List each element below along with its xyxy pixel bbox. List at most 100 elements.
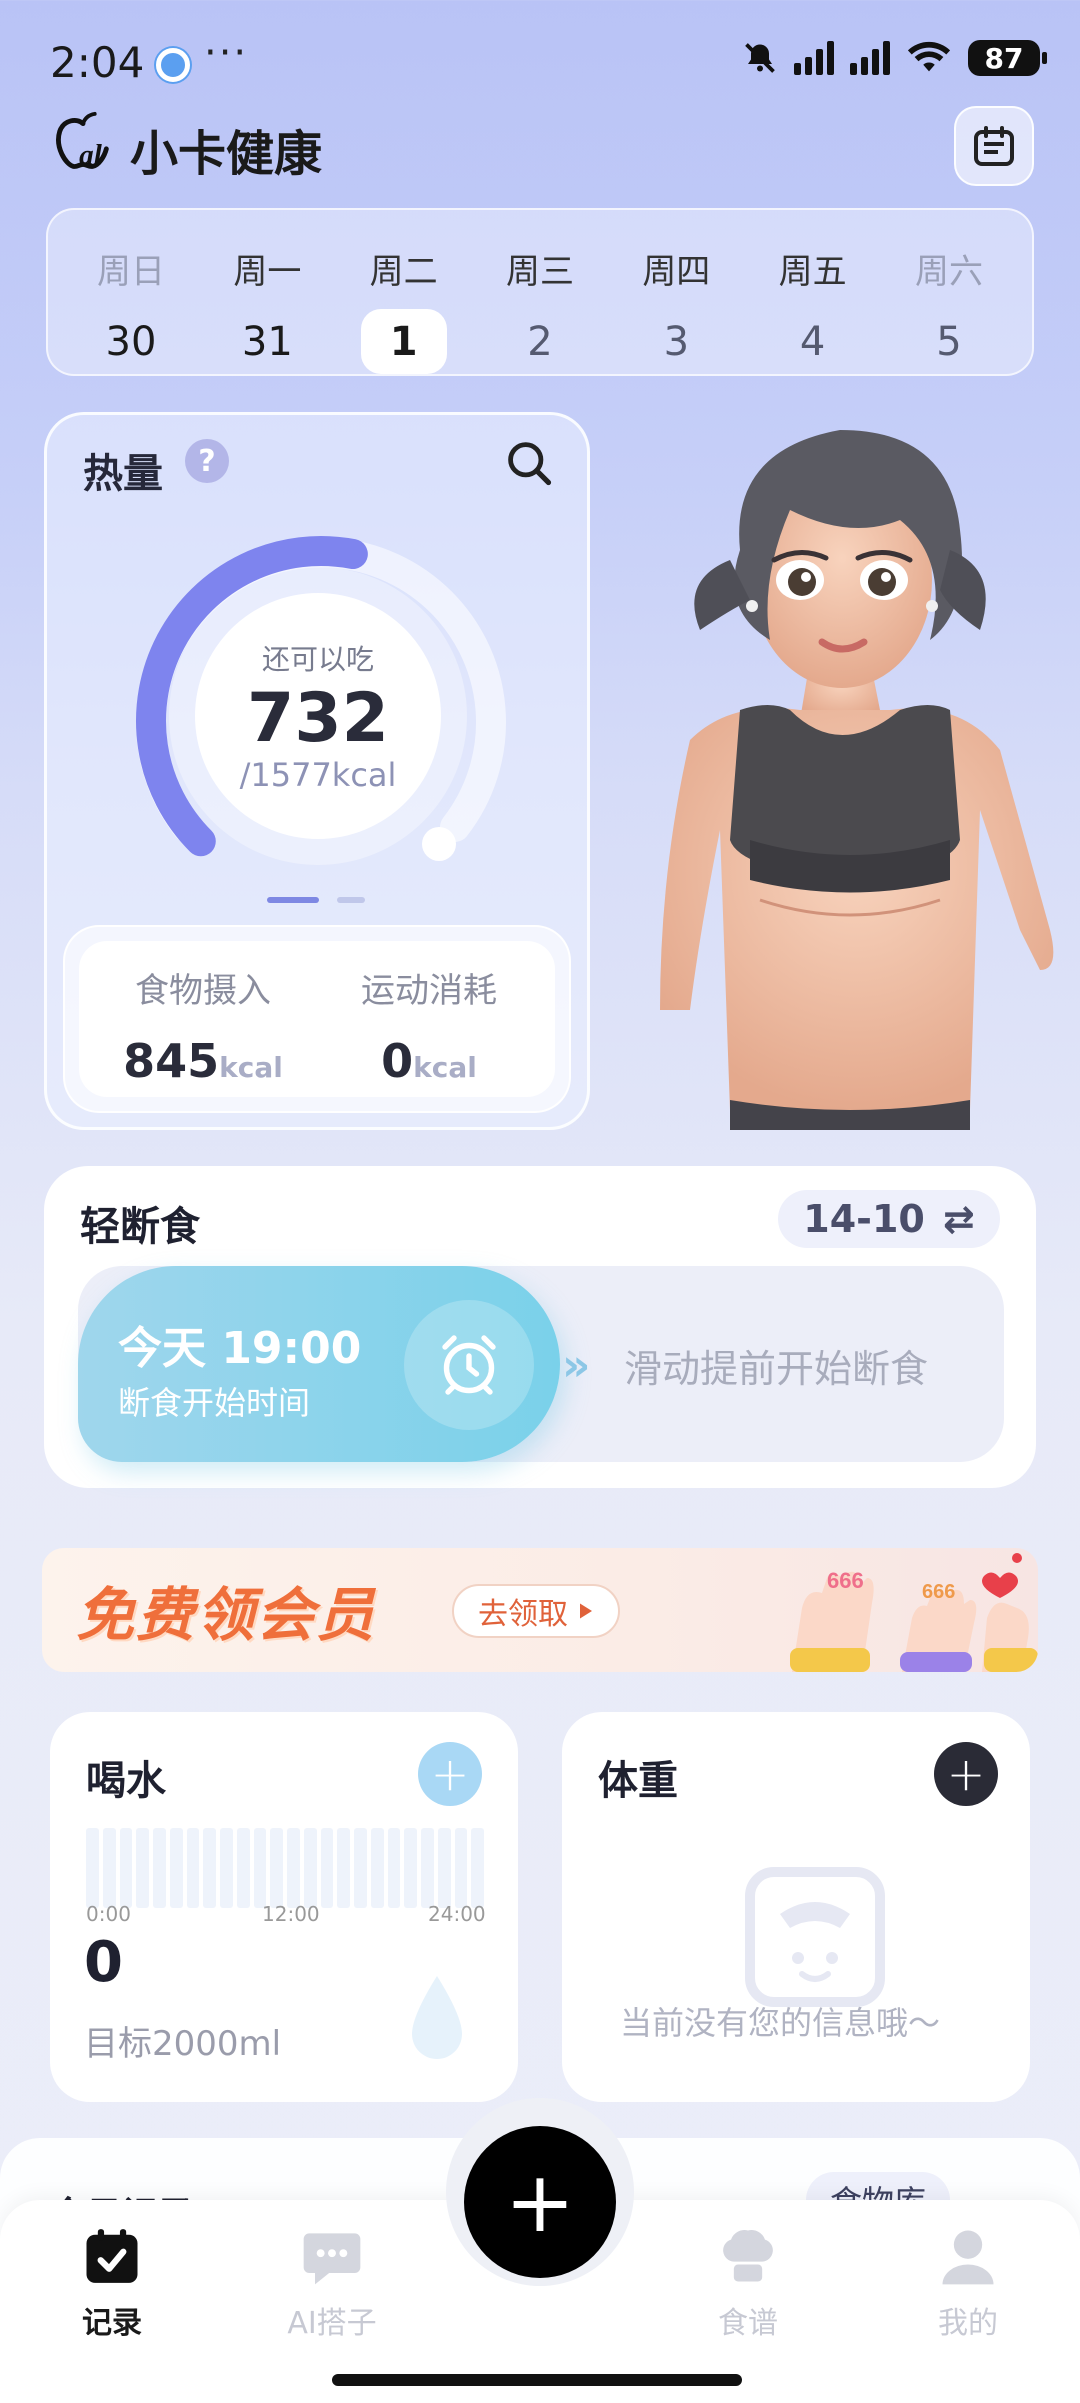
day-wed[interactable]: 周三 2 (485, 210, 595, 374)
remaining-value: 732 (247, 678, 389, 758)
water-hour-bar (320, 1828, 334, 1908)
calorie-stats-inner: 食物摄入 845kcal 运动消耗 0kcal (79, 941, 555, 1097)
fasting-start-time: 今天 19:00 (118, 1323, 362, 1374)
day-name: 周五 (778, 252, 847, 292)
tab-profile[interactable]: 我的 (898, 2222, 1038, 2342)
tab-label: 记录 (82, 2306, 142, 2341)
add-record-fab[interactable]: + (464, 2126, 616, 2278)
day-date: 5 (936, 318, 962, 365)
swap-icon: ⇄ (942, 1197, 975, 1241)
banner-headline: 免费领会员 (76, 1581, 377, 1649)
water-hour-bar (186, 1828, 200, 1908)
day-name: 周日 (97, 252, 165, 292)
more-status-icon: ··· (204, 30, 249, 76)
weight-title: 体重 (598, 1758, 678, 1804)
day-tue-selected[interactable]: 周二 1 (349, 210, 459, 374)
wifi-icon (907, 41, 951, 72)
day-date: 2 (527, 318, 553, 365)
weight-scale-icon (745, 1867, 885, 2007)
banner-claim-button[interactable]: 去领取 (452, 1584, 620, 1638)
chat-bubble-icon (298, 2222, 366, 2290)
water-hour-bar (471, 1828, 484, 1908)
day-date: 4 (799, 318, 826, 365)
day-thu[interactable]: 周四 3 (621, 210, 731, 374)
home-indicator (332, 2374, 742, 2386)
calorie-title: 热量 (83, 451, 163, 497)
exercise-burn-label: 运动消耗 (361, 971, 497, 1011)
food-intake-value: 845kcal (123, 1034, 283, 1088)
food-intake-label: 食物摄入 (135, 971, 271, 1011)
calendar-button[interactable] (954, 106, 1034, 186)
tab-ai-buddy[interactable]: AI搭子 (262, 2222, 402, 2342)
tab-records[interactable]: 记录 (42, 2222, 182, 2342)
water-hour-bar (253, 1828, 267, 1908)
water-hour-bar (169, 1828, 183, 1908)
water-hour-bar (370, 1828, 384, 1908)
day-mon[interactable]: 周一 31 (212, 210, 322, 374)
person-icon (934, 2222, 1002, 2290)
day-date: 30 (105, 318, 157, 365)
tab-label: AI搭子 (287, 2306, 377, 2341)
help-icon[interactable]: ? (185, 439, 229, 483)
day-sat[interactable]: 周六 5 (894, 210, 1004, 374)
status-indicators: 87 (742, 40, 1047, 76)
water-title: 喝水 (86, 1758, 166, 1804)
day-fri[interactable]: 周五 4 (758, 210, 868, 374)
add-water-button[interactable]: + (418, 1742, 482, 1806)
water-hour-bar (287, 1828, 300, 1908)
alarm-clock-icon (404, 1300, 534, 1430)
day-name: 周三 (505, 252, 574, 292)
slide-hint-text: 滑动提前开始断食 (624, 1347, 929, 1391)
exercise-burn-stat: 运动消耗 0kcal (329, 963, 529, 1088)
calendar-check-icon (78, 2222, 146, 2290)
water-hour-bar (119, 1828, 133, 1908)
ring-end-dot (422, 827, 456, 861)
water-goal: 目标2000ml (84, 2024, 282, 2064)
fasting-title: 轻断食 (80, 1204, 200, 1250)
water-hour-bar (404, 1828, 417, 1908)
exercise-burn-value: 0kcal (381, 1034, 477, 1088)
calorie-stats: 食物摄入 845kcal 运动消耗 0kcal (63, 925, 571, 1113)
battery-icon: 87 (968, 40, 1047, 76)
water-hour-bar (437, 1828, 451, 1908)
fasting-slider-track[interactable]: 今天 19:00 断食开始时间 » 滑动提前开始断食 (78, 1266, 1004, 1462)
water-axis-start: 0:00 (86, 1902, 131, 1926)
hands-illustration: 666 666 (790, 1553, 1038, 1672)
search-icon[interactable] (503, 437, 555, 489)
signal-2-icon (850, 41, 890, 75)
water-drop-icon (412, 1976, 462, 2059)
avatar-character-illustration (660, 430, 1054, 1130)
calendar-icon (974, 126, 1014, 166)
add-weight-button[interactable]: + (934, 1742, 998, 1806)
water-hour-bar (220, 1828, 233, 1908)
day-name: 周一 (233, 252, 302, 292)
svg-text:al: al (79, 139, 103, 171)
day-sun[interactable]: 周日 30 (76, 210, 186, 374)
water-hour-bar (303, 1828, 317, 1908)
week-strip: 周日 30 周一 31 周二 1 周三 2 周四 3 周五 4 周六 5 (46, 208, 1034, 376)
water-hour-bar (337, 1828, 350, 1908)
food-intake-stat: 食物摄入 845kcal (103, 963, 303, 1088)
day-date: 31 (241, 318, 293, 365)
water-hour-bar (136, 1828, 149, 1908)
day-name: 周二 (369, 252, 438, 292)
water-hour-bar (86, 1828, 99, 1908)
water-hour-bar (203, 1828, 216, 1908)
water-hour-bar (153, 1828, 166, 1908)
triangle-right-icon (580, 1603, 592, 1619)
svg-text:666: 666 (827, 1568, 864, 1593)
tab-recipes[interactable]: 食谱 (678, 2222, 818, 2342)
svg-text:666: 666 (922, 1581, 955, 1603)
remaining-calories: 还可以吃 732 /1577kcal (195, 593, 441, 839)
calorie-card[interactable]: 热量 ? 还可以吃 732 /1577kcal 食物摄入 845kcal 运动消… (44, 412, 590, 1130)
fasting-plan-switch[interactable]: 14-10 ⇄ (778, 1190, 1000, 1248)
fasting-plan-value: 14-10 (803, 1197, 925, 1241)
fasting-slider-handle[interactable]: 今天 19:00 断食开始时间 (78, 1266, 560, 1462)
water-hour-bar (270, 1828, 283, 1908)
membership-banner[interactable]: 免费领会员 去领取 666 666 (42, 1548, 1038, 1672)
day-date: 1 (360, 309, 447, 374)
water-timeline-chart (86, 1828, 484, 1908)
double-chevron-right-icon: » (562, 1340, 591, 1391)
day-name: 周四 (642, 252, 711, 292)
day-date: 3 (663, 318, 690, 365)
